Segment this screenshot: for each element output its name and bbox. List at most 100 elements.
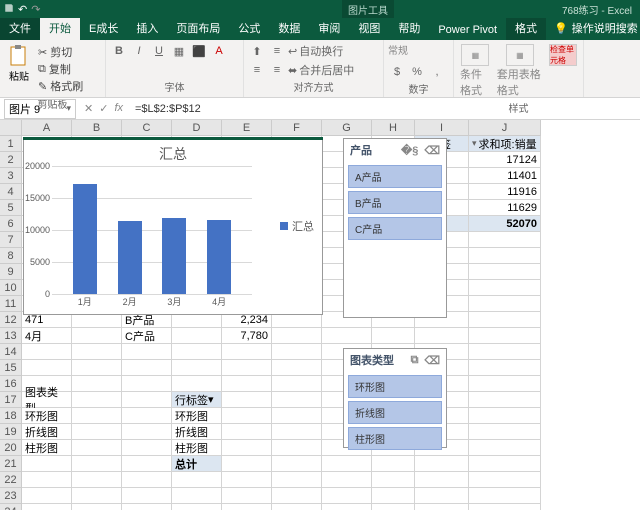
clear-filter-icon[interactable]: ⌫ (424, 354, 440, 367)
cell[interactable] (122, 504, 172, 510)
cell[interactable] (222, 392, 272, 408)
row-header[interactable]: 17 (0, 392, 22, 408)
cell[interactable] (122, 360, 172, 376)
cell[interactable] (272, 392, 322, 408)
cell[interactable] (72, 360, 122, 376)
cell[interactable] (72, 328, 122, 344)
cell[interactable] (72, 344, 122, 360)
cell[interactable] (469, 296, 541, 312)
row-header[interactable]: 22 (0, 472, 22, 488)
align-center-icon[interactable]: ≡ (268, 61, 286, 79)
cell[interactable] (272, 360, 322, 376)
row-header[interactable]: 23 (0, 488, 22, 504)
select-all-corner[interactable] (0, 120, 22, 136)
row-header[interactable]: 4 (0, 184, 22, 200)
cell[interactable]: 17124 (469, 152, 541, 168)
cell[interactable] (122, 392, 172, 408)
col-header[interactable]: G (322, 120, 372, 136)
cell[interactable] (415, 504, 469, 510)
cell[interactable] (122, 408, 172, 424)
worksheet-grid[interactable]: ABCDEFGHIJ 12345678910111213141516171819… (0, 120, 640, 510)
cell[interactable] (122, 344, 172, 360)
tab-view[interactable]: 视图 (349, 16, 389, 40)
name-box[interactable]: 图片 9▾ (4, 99, 76, 119)
align-middle-icon[interactable]: ≡ (268, 42, 286, 60)
cell[interactable] (172, 504, 222, 510)
cell[interactable] (469, 280, 541, 296)
cell[interactable] (469, 248, 541, 264)
cell[interactable]: 环形图 (172, 408, 222, 424)
cell[interactable] (322, 504, 372, 510)
row-header[interactable]: 13 (0, 328, 22, 344)
cell[interactable] (122, 456, 172, 472)
row-header[interactable]: 1 (0, 136, 22, 152)
row-header[interactable]: 12 (0, 312, 22, 328)
cell[interactable] (272, 488, 322, 504)
row-header[interactable]: 10 (0, 280, 22, 296)
cell[interactable] (272, 440, 322, 456)
cell[interactable]: 柱形图 (172, 440, 222, 456)
pivot-dropdown-icon[interactable]: ▾ (472, 138, 477, 149)
cell[interactable] (469, 440, 541, 456)
row-header[interactable]: 11 (0, 296, 22, 312)
cell[interactable] (72, 472, 122, 488)
cell[interactable] (72, 504, 122, 510)
cell[interactable] (222, 424, 272, 440)
row-header[interactable]: 9 (0, 264, 22, 280)
cell[interactable] (415, 488, 469, 504)
cell[interactable] (72, 456, 122, 472)
multiselect-icon[interactable]: ⧉ (411, 354, 419, 367)
cell[interactable] (469, 360, 541, 376)
comma-icon[interactable]: , (428, 63, 446, 81)
cell[interactable]: 11916 (469, 184, 541, 200)
chart-bar[interactable] (73, 184, 97, 294)
cell[interactable] (469, 488, 541, 504)
cell[interactable] (22, 504, 72, 510)
cell[interactable] (415, 472, 469, 488)
tab-layout[interactable]: 页面布局 (167, 16, 229, 40)
tab-egrowth[interactable]: E成长 (80, 16, 127, 40)
filter-dropdown-icon[interactable]: ▾ (208, 393, 214, 406)
cell[interactable] (469, 472, 541, 488)
col-header[interactable]: C (122, 120, 172, 136)
row-header[interactable]: 21 (0, 456, 22, 472)
cell[interactable] (469, 456, 541, 472)
cell[interactable] (272, 472, 322, 488)
tab-insert[interactable]: 插入 (127, 16, 167, 40)
cell[interactable] (322, 456, 372, 472)
cell[interactable] (415, 456, 469, 472)
cell[interactable] (415, 328, 469, 344)
cell[interactable] (22, 360, 72, 376)
cell[interactable] (22, 456, 72, 472)
cell[interactable]: 11629 (469, 200, 541, 216)
col-header[interactable]: E (222, 120, 272, 136)
tab-format[interactable]: 格式 (506, 16, 546, 40)
row-header[interactable]: 6 (0, 216, 22, 232)
row-header[interactable]: 16 (0, 376, 22, 392)
cell[interactable] (222, 360, 272, 376)
cut-button[interactable]: ✂剪切 (38, 44, 83, 60)
cell[interactable]: 11401 (469, 168, 541, 184)
cell[interactable] (469, 408, 541, 424)
cell[interactable] (469, 392, 541, 408)
cell[interactable]: 图表类型 (22, 392, 72, 408)
fill-color-icon[interactable]: ⬛ (190, 42, 208, 60)
cell[interactable] (222, 488, 272, 504)
tab-review[interactable]: 审阅 (309, 16, 349, 40)
slicer-item[interactable]: 柱形图 (348, 427, 442, 450)
border-icon[interactable]: ▦ (170, 42, 188, 60)
slicer-product[interactable]: 产品�§⌫ A产品B产品C产品 (343, 138, 447, 318)
cell[interactable] (469, 376, 541, 392)
multiselect-icon[interactable]: �§ (401, 144, 418, 157)
cell[interactable] (72, 424, 122, 440)
cell[interactable] (272, 328, 322, 344)
cell[interactable] (22, 472, 72, 488)
tell-me[interactable]: 💡 操作说明搜索 (554, 20, 638, 40)
cell[interactable]: ▾求和项:销量 (469, 136, 541, 152)
undo-icon[interactable]: ↶ (18, 3, 27, 16)
cell[interactable] (272, 504, 322, 510)
row-header[interactable]: 24 (0, 504, 22, 510)
cell[interactable] (222, 472, 272, 488)
col-header[interactable]: F (272, 120, 322, 136)
cell[interactable] (172, 344, 222, 360)
